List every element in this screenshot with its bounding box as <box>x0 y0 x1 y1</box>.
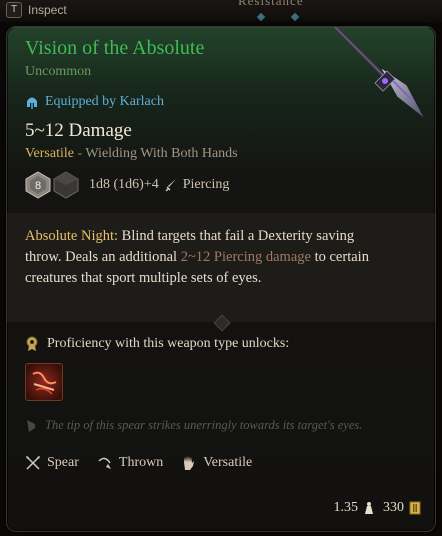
feather-icon <box>27 419 35 432</box>
ability-damage[interactable]: 2~12 Piercing damage <box>181 249 311 265</box>
hand-icon <box>184 456 195 470</box>
inspect-key: T <box>6 2 22 18</box>
versatile-separator: - <box>73 146 86 161</box>
versatile-note: Versatile - Wielding With Both Hands <box>25 146 238 162</box>
inspect-label: Inspect <box>28 3 67 17</box>
property-spear-label: Spear <box>47 455 79 470</box>
property-versatile-label: Versatile <box>203 455 253 470</box>
damage-formula: 1d8 (1d6)+4 Piercing <box>89 177 229 193</box>
thrown-arc-icon <box>98 457 111 469</box>
damage-range: 5~12 Damage <box>25 120 132 141</box>
inspect-hint[interactable]: T Inspect <box>6 2 67 18</box>
value-group: 330 <box>383 500 421 516</box>
property-spear[interactable]: Spear <box>25 455 79 471</box>
weapon-properties: Spear Thrown Versatile <box>25 454 252 472</box>
proficiency-label: Proficiency with this weapon type unlock… <box>47 336 290 351</box>
versatile-keyword[interactable]: Versatile <box>25 146 74 161</box>
dice-formula: 1d8 (1d6)+4 <box>89 177 159 192</box>
ability-description: Absolute Night: Blind targets that fail … <box>25 226 385 289</box>
crossed-spears-icon <box>26 456 40 470</box>
ability-name[interactable]: Absolute Night: <box>25 228 118 244</box>
property-thrown[interactable]: Thrown <box>97 455 163 471</box>
proficiency-line: Proficiency with this weapon type unlock… <box>25 336 289 352</box>
d8-die-icon: 8 <box>25 171 51 199</box>
flavor-text: The tip of this spear strikes unerringly… <box>25 418 362 433</box>
item-footer: 1.35 330 <box>334 500 422 516</box>
property-versatile[interactable]: Versatile <box>181 454 252 472</box>
dice-row: 8 1d8 (1d6)+4 Piercing <box>25 171 229 199</box>
dagger-icon <box>165 179 176 192</box>
item-rarity: Uncommon <box>25 64 92 79</box>
versatile-description: Wielding With Both Hands <box>85 146 238 161</box>
die-value: 8 <box>35 180 41 192</box>
damage-type: Piercing <box>182 177 230 192</box>
weight-value: 1.35 <box>333 500 359 515</box>
action-glyph <box>32 371 57 395</box>
background-resistance-text: Resistance <box>238 0 304 8</box>
item-name: Vision of the Absolute <box>25 37 205 59</box>
medal-icon <box>26 336 38 351</box>
equipped-label: Equipped by Karlach <box>45 94 164 109</box>
gold-value: 330 <box>383 500 404 515</box>
gold-coin-icon <box>409 501 421 515</box>
helmet-icon <box>27 97 37 109</box>
weight-icon <box>365 502 373 514</box>
weight-group: 1.35 <box>334 500 376 516</box>
property-thrown-label: Thrown <box>118 455 164 470</box>
d6-die-icon <box>53 171 79 199</box>
flavor-label: The tip of this spear strikes unerringly… <box>45 418 363 432</box>
spear-weapon-icon <box>332 27 426 120</box>
item-tooltip: Vision of the Absolute Uncommon Equipped… <box>6 26 436 532</box>
spear-strike-action-icon[interactable] <box>25 363 63 401</box>
equipped-indicator: Equipped by Karlach <box>25 94 164 110</box>
